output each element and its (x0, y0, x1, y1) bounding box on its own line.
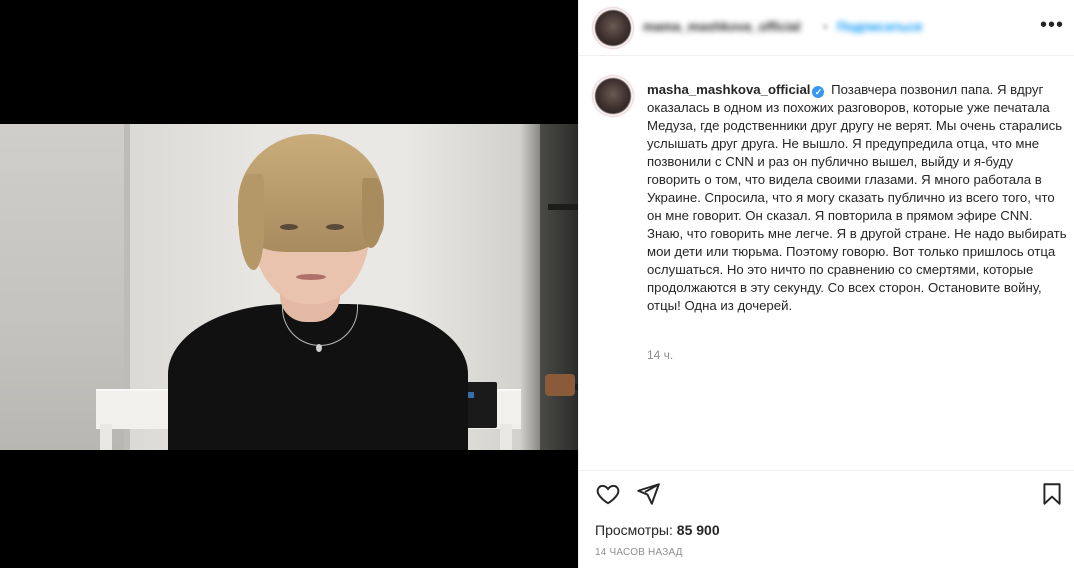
video-person (168, 134, 468, 450)
post-header: mama_mashkova_official • Подписаться ••• (579, 0, 1074, 56)
more-horizontal-icon: ••• (1039, 14, 1064, 36)
caption-time[interactable]: 14 ч. (647, 348, 673, 362)
header-username[interactable]: mama_mashkova_official (643, 19, 819, 34)
action-bar (579, 470, 1074, 514)
save-button[interactable] (1039, 481, 1065, 507)
caption-avatar[interactable] (595, 78, 631, 114)
avatar[interactable] (595, 10, 631, 46)
like-button[interactable] (595, 481, 621, 507)
header-separator: • (823, 19, 828, 34)
caption-text: Позавчера позвонил папа. Я вдруг оказала… (647, 82, 1067, 313)
verified-badge-icon: ✓ (812, 86, 825, 98)
bookmark-icon (1043, 483, 1061, 505)
caption-username[interactable]: masha_mashkova_official (647, 82, 810, 97)
views-value: 85 900 (676, 522, 720, 538)
video-frame[interactable] (0, 124, 578, 450)
heart-icon (596, 484, 620, 505)
send-icon (637, 483, 660, 505)
follow-button[interactable]: Подписаться (837, 19, 922, 34)
caption-text-block: masha_mashkova_official ✓ Позавчера позво… (647, 81, 1067, 315)
video-player[interactable] (0, 0, 578, 568)
more-options-button[interactable]: ••• (1039, 14, 1065, 40)
post-side-panel: mama_mashkova_official • Подписаться •••… (578, 0, 1074, 568)
views-label: Просмотры: (595, 522, 673, 538)
posted-time[interactable]: 14 ЧАСОВ НАЗАД (595, 547, 683, 558)
share-button[interactable] (635, 481, 661, 507)
views-count[interactable]: Просмотры: 85 900 (595, 522, 720, 538)
